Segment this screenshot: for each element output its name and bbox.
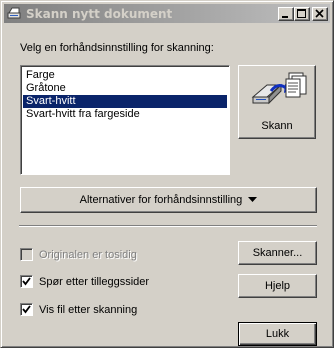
close-button[interactable]: [312, 7, 328, 21]
help-button-label: Hjelp: [264, 280, 291, 292]
section-divider: [19, 225, 317, 227]
help-button[interactable]: Hjelp: [238, 274, 317, 298]
ask-more-pages-label: Spør etter tilleggssider: [39, 276, 150, 288]
close-dialog-button-label: Lukk: [265, 328, 290, 340]
preset-item-farge[interactable]: Farge: [23, 69, 227, 82]
maximize-icon: [297, 9, 306, 18]
scan-button[interactable]: Skann: [238, 65, 316, 139]
scanner-button[interactable]: Skanner...: [238, 241, 317, 265]
view-after-scan-checkbox[interactable]: [20, 303, 33, 316]
checkmark-icon: [22, 277, 31, 286]
preset-item-svart-hvitt-fra-fargeside[interactable]: Svart-hvitt fra fargeside: [23, 108, 227, 121]
close-dialog-button[interactable]: Lukk: [238, 322, 317, 346]
scanner-app-icon: [7, 7, 21, 19]
scanner-button-label: Skanner...: [252, 247, 303, 259]
triangle-down-icon: [248, 197, 258, 203]
duplex-checkbox[interactable]: [20, 248, 33, 261]
duplex-checkbox-label: Originalen er tosidig: [39, 249, 137, 261]
window-title: Skann nytt dokument: [26, 7, 173, 21]
scanner-pages-icon: [251, 72, 307, 105]
preset-item-label: Gråtone: [26, 82, 66, 94]
preset-item-label: Svart-hvitt: [26, 95, 76, 107]
preset-item-svart-hvitt[interactable]: Svart-hvitt: [23, 95, 227, 108]
preset-options-text: Alternativer for forhåndsinnstilling: [79, 194, 243, 206]
preset-item-gratone[interactable]: Gråtone: [23, 82, 227, 95]
title-bar[interactable]: Skann nytt dokument: [4, 4, 330, 23]
scan-new-document-dialog: Skann nytt dokument Velg en forhåndsinns…: [0, 0, 334, 348]
scan-button-label: Skann: [261, 120, 293, 132]
minimize-button[interactable]: [278, 7, 294, 21]
preset-item-label: Farge: [26, 69, 55, 81]
minimize-icon: [282, 16, 288, 18]
ask-more-pages-checkbox[interactable]: [20, 275, 33, 288]
close-icon: [315, 9, 324, 18]
maximize-button[interactable]: [294, 7, 310, 21]
preset-item-label: Svart-hvitt fra fargeside: [26, 108, 140, 120]
preset-options-label: Alternativer for forhåndsinnstilling: [21, 194, 316, 206]
checkmark-icon: [22, 305, 31, 314]
view-after-scan-label: Vis fil etter skanning: [39, 304, 138, 316]
preset-prompt-label: Velg en forhåndsinnstilling for skanning…: [20, 42, 214, 54]
preset-options-button[interactable]: Alternativer for forhåndsinnstilling: [20, 187, 317, 213]
preset-listbox[interactable]: Farge Gråtone Svart-hvitt Svart-hvitt fr…: [20, 65, 230, 175]
